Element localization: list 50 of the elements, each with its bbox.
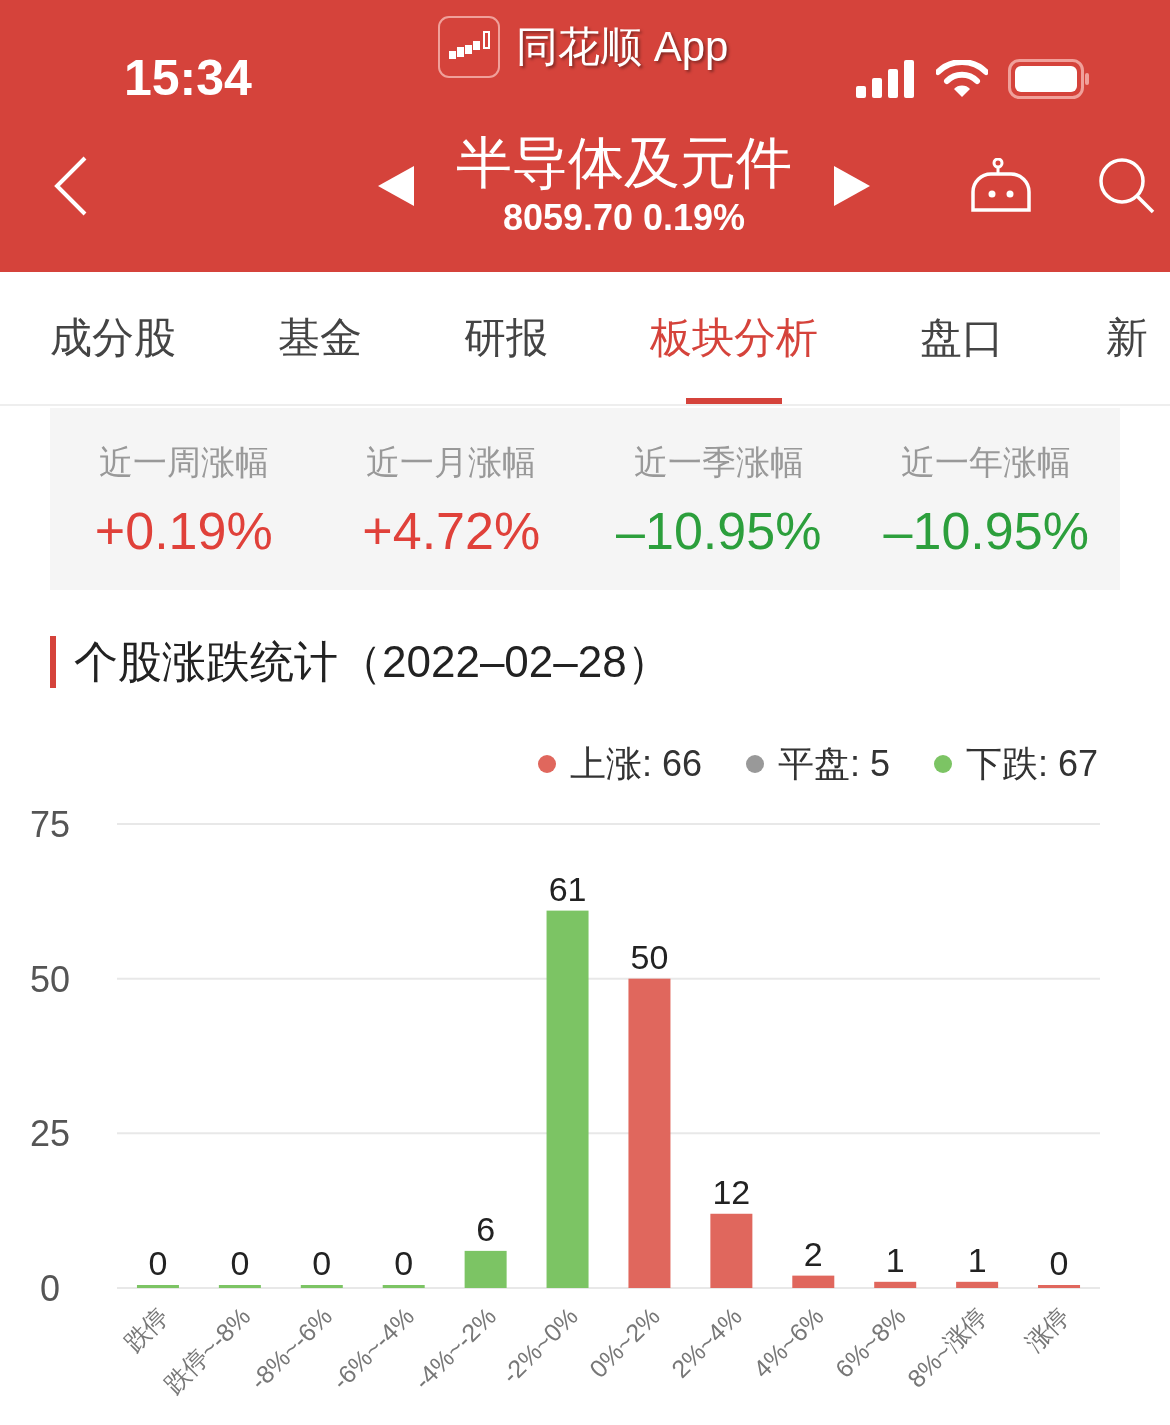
bar-value: 0: [1049, 1244, 1069, 1282]
stat-label: 近一季涨幅: [633, 442, 804, 483]
x-axis-label: 跌停: [118, 1301, 174, 1357]
bar-value: 12: [712, 1172, 751, 1211]
bar-value: 0: [312, 1244, 332, 1282]
sector-title: 半导体及元件: [456, 131, 792, 195]
bar-value: 1: [967, 1240, 987, 1279]
app-name: 同花顺 App: [516, 22, 729, 72]
search-icon[interactable]: [1098, 157, 1156, 215]
section-marker: [50, 636, 56, 688]
wifi-icon: [936, 60, 988, 98]
status-time: 15:34: [124, 49, 252, 107]
bar-value: 0: [394, 1244, 414, 1282]
y-axis-label: 25: [30, 1113, 70, 1155]
battery-icon: [1008, 59, 1090, 99]
tab[interactable]: 板块分析: [650, 272, 818, 404]
stat-value: –10.95%: [883, 501, 1089, 562]
tab[interactable]: 新: [1106, 272, 1148, 404]
bar-value: 1: [885, 1240, 905, 1279]
robot-icon[interactable]: [970, 158, 1032, 214]
signal-icon: [856, 60, 916, 98]
stat-label: 近一月涨幅: [366, 442, 537, 483]
bar-value: 6: [476, 1209, 496, 1248]
stat-value: +0.19%: [94, 501, 273, 562]
tab[interactable]: 研报: [464, 272, 548, 404]
y-axis-label: 50: [30, 958, 70, 1000]
back-icon[interactable]: [54, 156, 88, 216]
legend-label: 下跌: 67: [965, 741, 1098, 786]
legend-label: 上涨: 66: [569, 741, 702, 786]
y-axis-label: 75: [30, 804, 70, 845]
tab[interactable]: 盘口: [920, 272, 1004, 404]
bar-value: 2: [803, 1234, 823, 1273]
x-axis-label: 涨停: [1019, 1301, 1075, 1357]
tab[interactable]: 成分股: [50, 272, 176, 404]
previous-icon[interactable]: [378, 166, 414, 206]
bar-value: 0: [230, 1244, 250, 1282]
bar-value: 50: [630, 937, 669, 976]
stat-label: 近一年涨幅: [901, 442, 1072, 483]
bar-value: 61: [548, 869, 587, 908]
stat-value: –10.95%: [616, 501, 822, 562]
tab[interactable]: 基金: [278, 272, 362, 404]
sector-quote: 8059.70 0.19%: [502, 196, 746, 240]
stat-value: +4.72%: [362, 501, 541, 562]
app-logo-icon: [438, 16, 500, 78]
legend-label: 平盘: 5: [777, 741, 890, 786]
section-title: 个股涨跌统计（2022–02–28）: [74, 635, 671, 688]
stat-label: 近一周涨幅: [98, 442, 269, 483]
bar-value: 0: [148, 1244, 168, 1282]
next-icon[interactable]: [834, 166, 870, 206]
y-axis-label: 0: [40, 1268, 60, 1309]
